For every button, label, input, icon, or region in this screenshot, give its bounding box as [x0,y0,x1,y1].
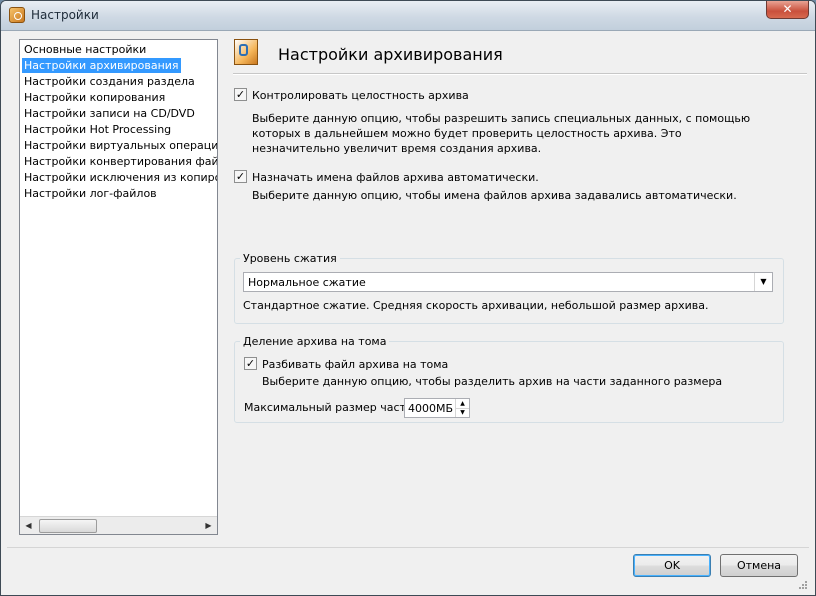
page-title: Настройки архивирования [278,45,503,64]
spin-down-icon[interactable]: ▼ [456,408,469,417]
auto-names-checkbox[interactable]: ✓ [234,170,247,183]
archive-settings-header-icon [234,39,258,65]
verify-integrity-checkbox[interactable]: ✓ [234,88,247,101]
split-archive-description: Выберите данную опцию, чтобы разделить а… [262,375,723,388]
close-button[interactable]: ✕ [766,1,809,19]
sidebar-item-hot-processing[interactable]: Настройки Hot Processing [22,122,173,137]
compression-level-group: Уровень сжатия Нормальное сжатие ▼ Станд… [234,252,784,324]
compression-level-value: Нормальное сжатие [248,276,366,289]
archive-settings-icon [9,7,25,23]
sidebar-item-virtual-operations[interactable]: Настройки виртуальных операций [22,138,217,153]
scrollbar-thumb[interactable] [39,519,97,533]
auto-names-label[interactable]: Назначать имена файлов архива автоматиче… [252,171,539,184]
horizontal-scrollbar[interactable]: ◀ ▶ [20,516,217,534]
resize-grip-icon[interactable] [797,579,807,589]
sidebar-item-partition-creation[interactable]: Настройки создания раздела [22,74,197,89]
verify-integrity-label[interactable]: Контролировать целостность архива [252,89,469,102]
sidebar-item-log-files[interactable]: Настройки лог-файлов [22,186,159,201]
sidebar-item-cd-dvd-burning[interactable]: Настройки записи на CD/DVD [22,106,197,121]
footer-divider [7,547,809,548]
spin-buttons[interactable]: ▲ ▼ [455,399,469,417]
max-part-size-label: Максимальный размер части: [244,401,417,414]
split-archive-label[interactable]: Разбивать файл архива на тома [262,358,448,371]
settings-dialog: Настройки ✕ Основные настройки Настройки… [0,0,816,596]
compression-level-legend: Уровень сжатия [240,252,340,265]
ok-button[interactable]: OK [633,554,711,577]
chevron-down-icon[interactable]: ▼ [754,273,772,291]
sidebar-item-copying[interactable]: Настройки копирования [22,90,167,105]
archiving-settings-pane: Настройки архивирования ✓ Контролировать… [229,31,809,561]
verify-integrity-description: Выберите данную опцию, чтобы разрешить з… [252,112,751,155]
sidebar-item-archiving[interactable]: Настройки архивирования [22,58,181,73]
sidebar-item-general[interactable]: Основные настройки [22,42,148,57]
split-archive-group: Деление архива на тома ✓ Разбивать файл … [234,335,784,423]
compression-level-description: Стандартное сжатие. Средняя скорость арх… [243,299,709,312]
sidebar-item-file-conversion[interactable]: Настройки конвертирования файлов [22,154,217,169]
auto-names-description: Выберите данную опцию, чтобы имена файло… [252,189,737,202]
scroll-right-icon[interactable]: ▶ [200,517,217,534]
split-archive-legend: Деление архива на тома [240,335,390,348]
scroll-left-icon[interactable]: ◀ [20,517,37,534]
split-archive-checkbox[interactable]: ✓ [244,357,257,370]
compression-level-select[interactable]: Нормальное сжатие ▼ [243,272,773,292]
max-part-size-stepper[interactable]: 4000МБ ▲ ▼ [404,398,470,418]
settings-category-list[interactable]: Основные настройки Настройки архивирован… [19,39,218,535]
header-divider [233,73,807,75]
sidebar-item-copy-exclusions[interactable]: Настройки исключения из копирования [22,170,217,185]
max-part-size-value[interactable]: 4000МБ [408,402,453,415]
title-bar[interactable]: Настройки ✕ [1,1,815,31]
window-title: Настройки [31,8,99,22]
cancel-button[interactable]: Отмена [720,554,798,577]
dialog-client-area: Основные настройки Настройки архивирован… [7,31,809,591]
